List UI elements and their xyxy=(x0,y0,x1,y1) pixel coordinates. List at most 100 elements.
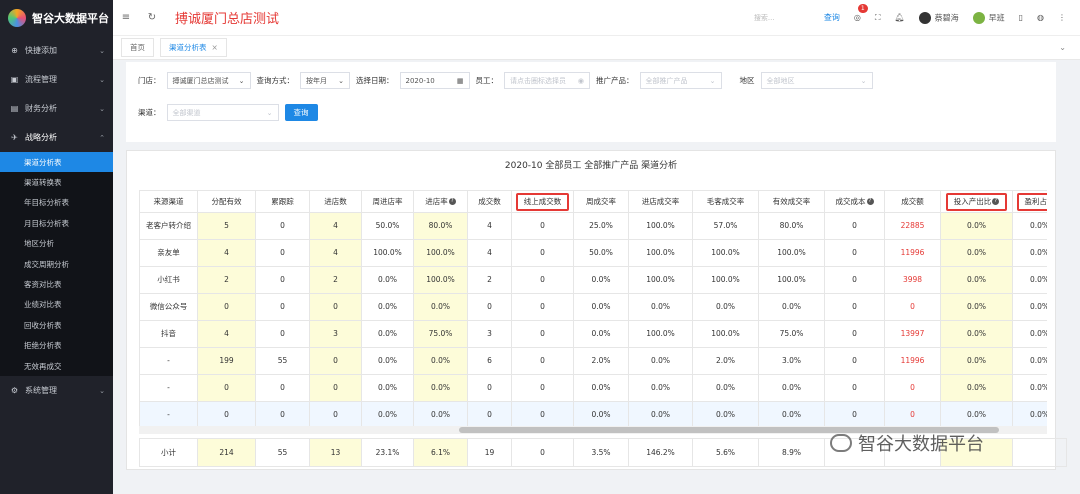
table-cell: 0 xyxy=(824,320,885,348)
submenu-item[interactable]: 年目标分析表 xyxy=(0,193,113,213)
fullscreen-icon[interactable]: ⛶ xyxy=(875,13,881,23)
table-row[interactable]: 微信公众号 0 0 0 0.0% 0.0% 0 0 0.0% 0.0% 0.0% 0.0% 0 0 0.0%… xyxy=(139,293,1047,321)
table-cell: 100.0% xyxy=(413,239,468,267)
channel-select[interactable]: 全部渠道 ⌄ xyxy=(166,104,279,121)
table-row[interactable]: 抖音 4 0 3 0.0% 75.0% 3 0 0.0% 100.0% 100.0% 75.0% 0 13… xyxy=(139,320,1047,348)
summary-cell: 214 xyxy=(197,438,256,467)
table-row[interactable]: 亲友单 4 0 4 100.0% 100.0% 4 0 50.0% 100.0% 100.0% 100… xyxy=(139,239,1047,267)
table-row[interactable]: -199 55 0 0.0% 0.0% 6 0 2.0% 0.0% 2.0% 3.0% 0 11996 0… xyxy=(139,347,1047,375)
sidebar-item-process[interactable]: ▣ 流程管理 ⌄ xyxy=(0,65,113,94)
table-cell: 0 xyxy=(309,293,362,321)
submenu-item[interactable]: 月目标分析表 xyxy=(0,213,113,233)
table-cell: 100.0% xyxy=(628,266,693,294)
brand-logo[interactable]: 智谷大数据平台 xyxy=(0,0,113,36)
sidebar-item-quick-add[interactable]: ⊕ 快捷添加 ⌄ xyxy=(0,36,113,65)
sidebar-item-system[interactable]: ⚙ 系统管理 ⌄ xyxy=(0,376,113,405)
table-cell: 0 xyxy=(255,239,310,267)
table-cell: 75.0% xyxy=(413,320,468,348)
table-row[interactable]: -0000.0%0.0%000.0%0.0%0.0%0.0%000.0%0.0% xyxy=(139,374,1047,402)
table-cell: 0.0% xyxy=(940,239,1013,267)
table-cell: 0.0% xyxy=(573,401,629,429)
table-cell: 75.0% xyxy=(758,320,825,348)
summary-cell: 8.9% xyxy=(758,438,825,467)
globe-icon[interactable]: ◍ xyxy=(1037,13,1044,22)
table-cell: 3998 xyxy=(884,266,941,294)
submenu-item[interactable]: 成交周期分析 xyxy=(0,254,113,274)
chevron-up-icon: ⌃ xyxy=(99,133,105,142)
table-cell: 0.0% xyxy=(1012,401,1047,429)
table-cell: 4 xyxy=(467,239,512,267)
table-row[interactable]: 老客户转介绍 5 0 4 50.0% 80.0% 4 0 25.0% 100.0% 57.0% 80.… xyxy=(139,212,1047,240)
summary-cell: 小计 xyxy=(139,438,198,467)
chevron-down-icon: ⌄ xyxy=(99,75,105,84)
table-cell: 4 xyxy=(309,212,362,240)
table-cell: 2 xyxy=(467,266,512,294)
mobile-icon[interactable]: ▯ xyxy=(1019,13,1023,22)
help-icon[interactable]: ? xyxy=(992,198,1000,205)
region-label: 地区 xyxy=(739,76,755,85)
table-row[interactable]: -0000.0%0.0%000.0%0.0%0.0%0.0%000.0%0.0% xyxy=(139,401,1047,429)
column-header: 成交额 xyxy=(884,190,941,213)
search-input[interactable]: 搜索... xyxy=(754,13,824,23)
tab-channel-analysis[interactable]: 渠道分析表 × xyxy=(160,38,227,57)
table-cell: 0 xyxy=(309,374,362,402)
shift-menu[interactable]: 早班 xyxy=(972,11,1005,24)
submenu-item[interactable]: 渠道分析表 xyxy=(0,152,113,173)
submenu-item[interactable]: 业绩对比表 xyxy=(0,295,113,315)
query-button[interactable]: 查询 xyxy=(284,104,318,121)
submenu-item[interactable]: 回收分析表 xyxy=(0,315,113,335)
submenu-item[interactable]: 渠道转换表 xyxy=(0,172,113,192)
tab-home[interactable]: 首页 xyxy=(121,38,154,57)
table-cell: 100.0% xyxy=(628,320,693,348)
submenu-item[interactable]: 拒绝分析表 xyxy=(0,336,113,356)
region-select[interactable]: 全部地区 ⌄ xyxy=(760,72,873,89)
method-label: 查询方式： xyxy=(256,76,295,85)
report-panel: 2020-10 全部员工 全部推广产品 渠道分析 来源渠道 分配有效 累跟踪 进店数 周… xyxy=(126,150,1067,470)
help-icon[interactable]: ? xyxy=(448,198,456,205)
sidebar-item-strategy[interactable]: ✈ 战略分析 ⌃ xyxy=(0,123,113,152)
table-cell: 0 xyxy=(255,266,310,294)
bell-icon[interactable]: 🔔︎ xyxy=(894,13,904,22)
column-header-label: 线上成交数 xyxy=(515,192,570,211)
table-cell: 4 xyxy=(309,239,362,267)
table-cell: 0.0% xyxy=(361,320,414,348)
table-cell: 0 xyxy=(824,266,885,294)
chevron-down-icon: ⌄ xyxy=(266,108,273,117)
user-name: 蔡碧海 xyxy=(934,13,959,22)
table-cell: - xyxy=(139,401,198,429)
submenu-item[interactable]: 客资对比表 xyxy=(0,274,113,294)
notification-button[interactable]: ◎ 1 xyxy=(854,4,868,22)
query-link[interactable]: 查询 xyxy=(824,12,840,23)
table-cell: 100.0% xyxy=(692,266,759,294)
method-select[interactable]: 按年月 ⌄ xyxy=(300,72,350,89)
table-cell: 0 xyxy=(309,401,362,429)
column-header: 有效成交率 xyxy=(758,190,825,213)
table-cell: 0.0% xyxy=(1012,266,1047,294)
sidebar-item-finance[interactable]: ▤ 财务分析 ⌄ xyxy=(0,94,113,123)
table-cell: 0 xyxy=(824,293,885,321)
close-icon[interactable]: × xyxy=(212,43,218,52)
staff-input[interactable]: 请点击圈标选择员 ◉ xyxy=(504,72,590,89)
avatar xyxy=(918,11,931,24)
date-picker[interactable]: 2020-10 ▦ xyxy=(399,72,470,89)
menu-toggle-icon[interactable]: ≡ xyxy=(113,12,139,23)
tabs-dropdown-icon[interactable]: ⌄ xyxy=(1059,43,1066,52)
product-select[interactable]: 全部推广产品 ⌄ xyxy=(639,72,722,89)
submenu-item[interactable]: 地区分析 xyxy=(0,234,113,254)
column-header: 盈利占比 xyxy=(1012,190,1047,213)
refresh-icon[interactable]: ↻ xyxy=(139,12,165,23)
table-cell: 2.0% xyxy=(573,347,629,375)
more-icon[interactable]: ⋮ xyxy=(1058,13,1066,22)
method-value: 按年月 xyxy=(306,76,327,85)
column-header: 进店成交率 xyxy=(628,190,693,213)
watermark-text: 智谷大数据平台 xyxy=(858,434,984,455)
table-cell: 0.0% xyxy=(940,347,1013,375)
submenu-item[interactable]: 无效再成交 xyxy=(0,356,113,376)
user-menu[interactable]: 蔡碧海 xyxy=(918,11,959,24)
table-cell: 100.0% xyxy=(692,239,759,267)
table-row[interactable]: 小红书 2 0 2 0.0% 100.0% 2 0 0.0% 100.0% 100.0% 100.0%… xyxy=(139,266,1047,294)
help-icon[interactable]: ? xyxy=(866,198,874,205)
table-cell: 0.0% xyxy=(1012,293,1047,321)
table-cell: 55 xyxy=(255,347,310,375)
store-select[interactable]: 搏诚厦门总店测试 ⌄ xyxy=(166,72,251,89)
